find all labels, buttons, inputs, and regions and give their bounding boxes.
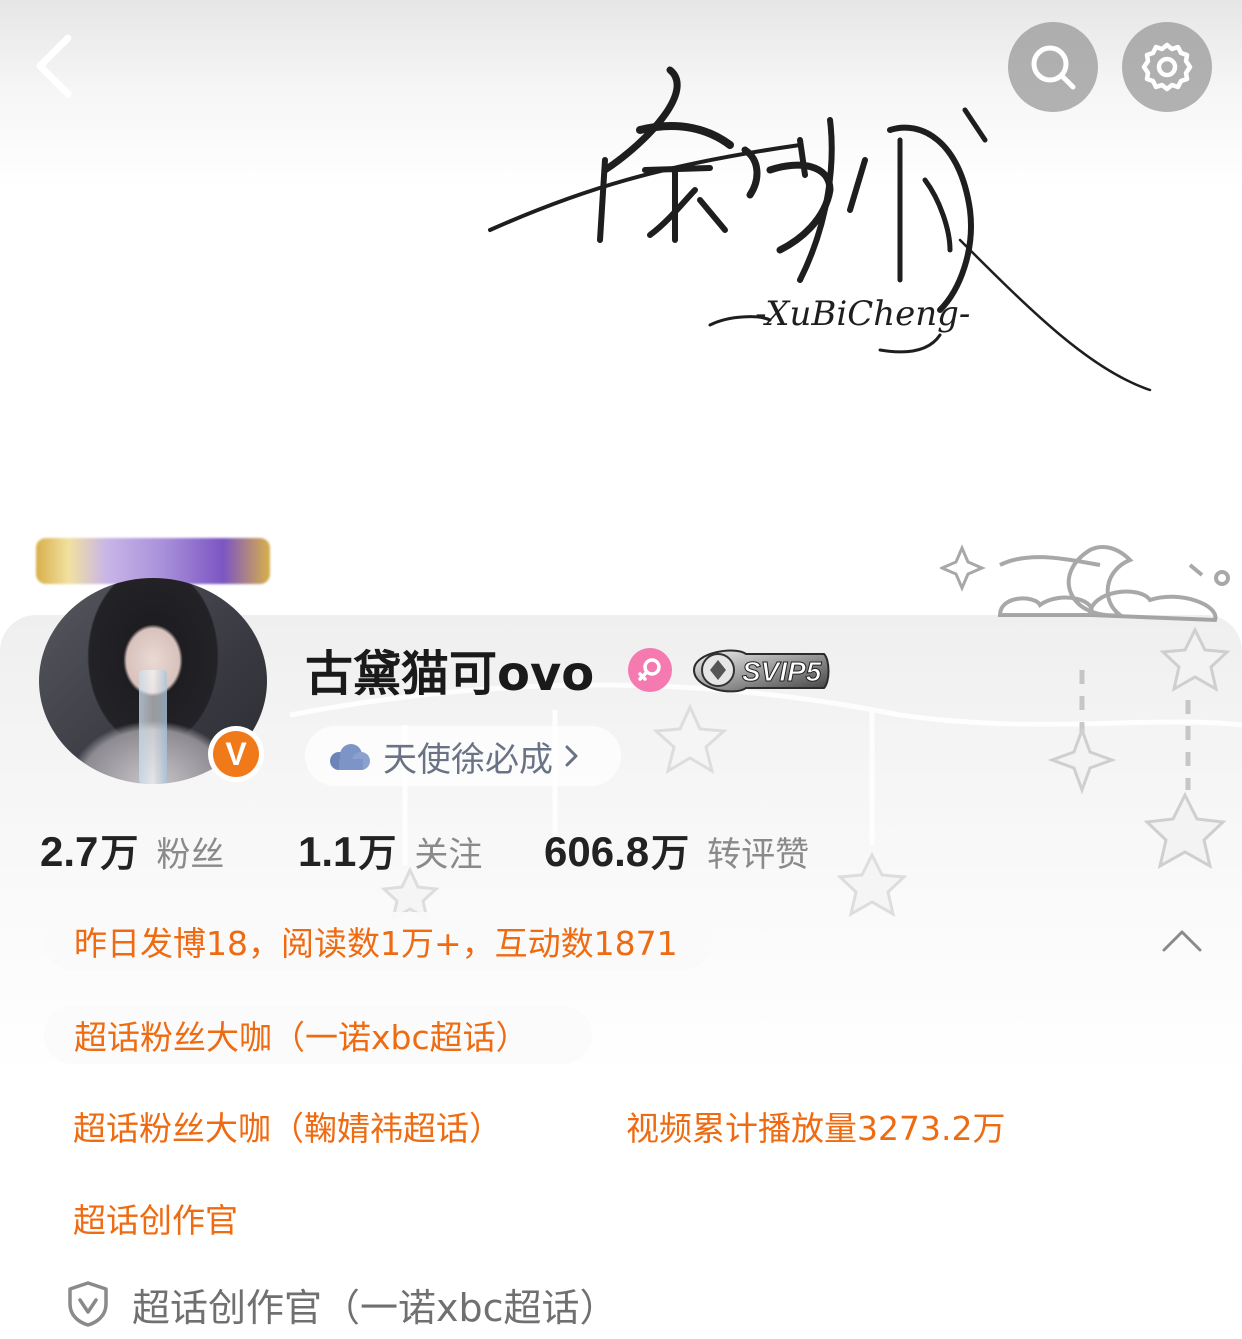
back-button[interactable] [22, 28, 86, 104]
search-icon [1031, 45, 1076, 90]
stat-label: 粉丝 [156, 835, 225, 875]
video-views-badge[interactable]: 视频累计播放量3273.2万 [626, 1106, 1005, 1152]
stat-value: 1.1 [298, 828, 357, 875]
chevron-up-icon[interactable] [1160, 926, 1204, 956]
supertopic-badge-2[interactable]: 超话粉丝大咖（鞠婧祎超话） [73, 1106, 502, 1152]
search-button[interactable] [1008, 22, 1098, 112]
banner-subtitle: -XuBiCheng- [755, 294, 970, 334]
female-icon [628, 648, 672, 692]
stat-label: 转评赞 [707, 835, 810, 875]
creator-certification[interactable]: 超话创作官（一诺xbc超话） [66, 1276, 618, 1332]
stat-value: 606.8 [544, 828, 650, 875]
chevron-left-icon [36, 34, 72, 98]
angel-label: 天使徐必成 [383, 739, 553, 780]
verified-icon: V [213, 731, 259, 777]
stat-interactions[interactable]: 606.8 万 转评赞 [544, 822, 809, 882]
chevron-right-icon [565, 745, 578, 767]
username: 古黛猫可ovo [305, 646, 595, 702]
shield-icon [68, 1281, 108, 1327]
stat-unit: 万 [651, 831, 690, 875]
verified-badge: V [208, 726, 264, 782]
stat-label: 关注 [414, 835, 483, 875]
stat-following[interactable]: 1.1 万 关注 [298, 822, 482, 882]
stat-value: 2.7 [40, 828, 99, 875]
creator-certification-label: 超话创作官（一诺xbc超话） [132, 1285, 618, 1330]
cloud-icon [330, 744, 370, 770]
stat-unit: 万 [358, 831, 397, 875]
moon-cloud-decoration [940, 544, 1231, 869]
gear-icon [1141, 42, 1193, 92]
supertopic-badge-1[interactable]: 超话粉丝大咖（一诺xbc超话） [44, 1006, 592, 1064]
stat-followers[interactable]: 2.7 万 粉丝 [40, 822, 224, 882]
settings-button[interactable] [1122, 22, 1212, 112]
svip-badge[interactable]: SVIP5 [686, 640, 832, 700]
angel-supertopic-chip[interactable]: 天使徐必成 [305, 726, 621, 786]
avatar-photo-detail [139, 670, 167, 784]
stat-unit: 万 [100, 831, 139, 875]
creator-badge[interactable]: 超话创作官 [73, 1198, 238, 1244]
activity-summary[interactable]: 昨日发博18，阅读数1万+，互动数1871 [44, 912, 712, 970]
svip-badge-text: SVIP5 [742, 656, 822, 687]
avatar-container[interactable]: V [36, 538, 270, 786]
